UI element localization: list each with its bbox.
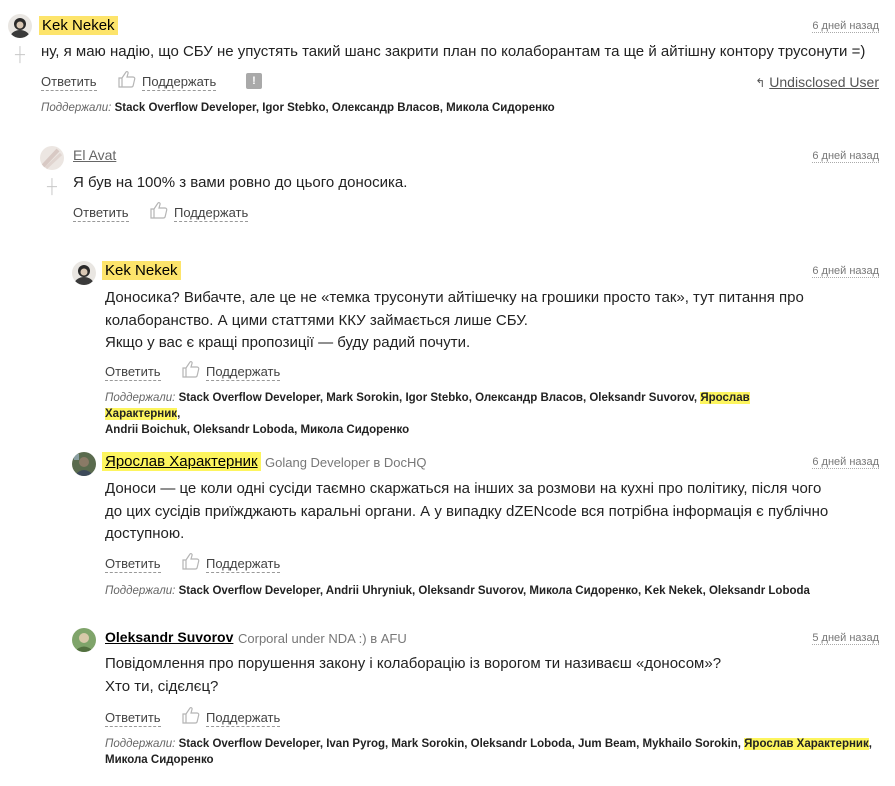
comment-header: Oleksandr Suvorov Corporal under NDA :) … [72,626,879,652]
sender-info[interactable]: ↰ Undisclosed User [755,74,879,90]
comment-date[interactable]: 6 дней назад [812,265,879,278]
comment-text: Доносика? Вибачте, але це не «темка трус… [105,289,804,351]
avatar[interactable] [72,261,96,285]
author-name[interactable]: Kek Nekek [39,16,118,35]
reply-button[interactable]: Ответить [105,556,161,573]
author-name[interactable]: El Avat [70,146,119,165]
comment-date[interactable]: 6 дней назад [812,20,879,33]
author-role: Golang Developer в DocHQ [265,455,427,470]
comment-actions: Ответить Поддержать ! ↰ Undisclosed User [41,71,879,94]
author-name[interactable]: Kek Nekek [102,261,181,280]
support-button[interactable]: Поддержать [206,556,281,573]
comment-date[interactable]: 6 дней назад [812,456,879,469]
comment-text: Я був на 100% з вами ровно до цього доно… [73,174,408,191]
comment-text: Доноси — це коли одні сусіди таємно скар… [105,480,829,542]
comment-actions: Ответить Поддержать [73,202,373,225]
comment-text: ну, я маю надію, що СБУ не упустять таки… [41,43,866,60]
comment: Ярослав Характерник Golang Developer в D… [72,450,879,600]
comment-text: Повідомлення про порушення закону і кола… [105,655,722,695]
comment: Kek Nekek 6 дней назад Доносика? Вибачте… [72,259,879,436]
comment-header: Kek Nekek 6 дней назад [8,14,879,38]
comment-actions: Ответить Поддержать [105,361,405,384]
supporters-list: Поддержали: Stack Overflow Developer, Ig… [41,102,555,114]
avatar[interactable] [40,146,64,170]
vote-plus-icon[interactable]: ┼ [14,47,26,61]
support-button[interactable]: Поддержать [174,205,249,222]
author-role: Corporal under NDA :) в AFU [238,631,407,646]
author-name[interactable]: Ярослав Характерник [102,452,261,471]
reply-button[interactable]: Ответить [73,205,129,222]
support-button[interactable]: Поддержать [206,364,281,381]
support-button[interactable]: Поддержать [142,74,217,91]
avatar[interactable] [8,14,32,38]
comment: Oleksandr Suvorov Corporal under NDA :) … [72,626,879,776]
vote-plus-icon[interactable]: ┼ [46,179,58,193]
reply-arrow-icon: ↰ [755,76,766,90]
reply-button[interactable]: Ответить [105,364,161,381]
avatar[interactable] [72,628,96,652]
thumbs-up-outline-icon[interactable] [181,706,201,724]
reply-button[interactable]: Ответить [41,74,97,91]
comment-header: Ярослав Характерник Golang Developer в D… [72,450,879,476]
avatar[interactable] [72,452,96,476]
thumbs-up-outline-icon[interactable] [181,552,201,570]
comment-actions: Ответить Поддержать [105,553,405,576]
author-name[interactable]: Oleksandr Suvorov [102,628,236,647]
report-button[interactable]: ! [246,73,262,89]
supporters-list: Поддержали: Stack Overflow Developer, Ma… [105,392,750,436]
comment-date[interactable]: 6 дней назад [812,150,879,163]
comment-date[interactable]: 5 дней назад [812,632,879,645]
comment-header: El Avat 6 дней назад [40,144,879,170]
thumbs-up-outline-icon[interactable] [149,201,169,219]
comment-actions: Ответить Поддержать [105,707,405,730]
support-button[interactable]: Поддержать [206,710,281,727]
comment-header: Kek Nekek 6 дней назад [72,259,879,285]
thumbs-up-outline-icon[interactable] [117,70,137,88]
comment: Kek Nekek 6 дней назад ┼ ну, я маю надію… [8,14,879,124]
reply-button[interactable]: Ответить [105,710,161,727]
comment: El Avat 6 дней назад ┼ Я був на 100% з в… [40,144,879,224]
supporters-list: Поддержали: Stack Overflow Developer, An… [105,585,810,597]
supporters-list: Поддержали: Stack Overflow Developer, Iv… [105,738,872,766]
thumbs-up-outline-icon[interactable] [181,360,201,378]
